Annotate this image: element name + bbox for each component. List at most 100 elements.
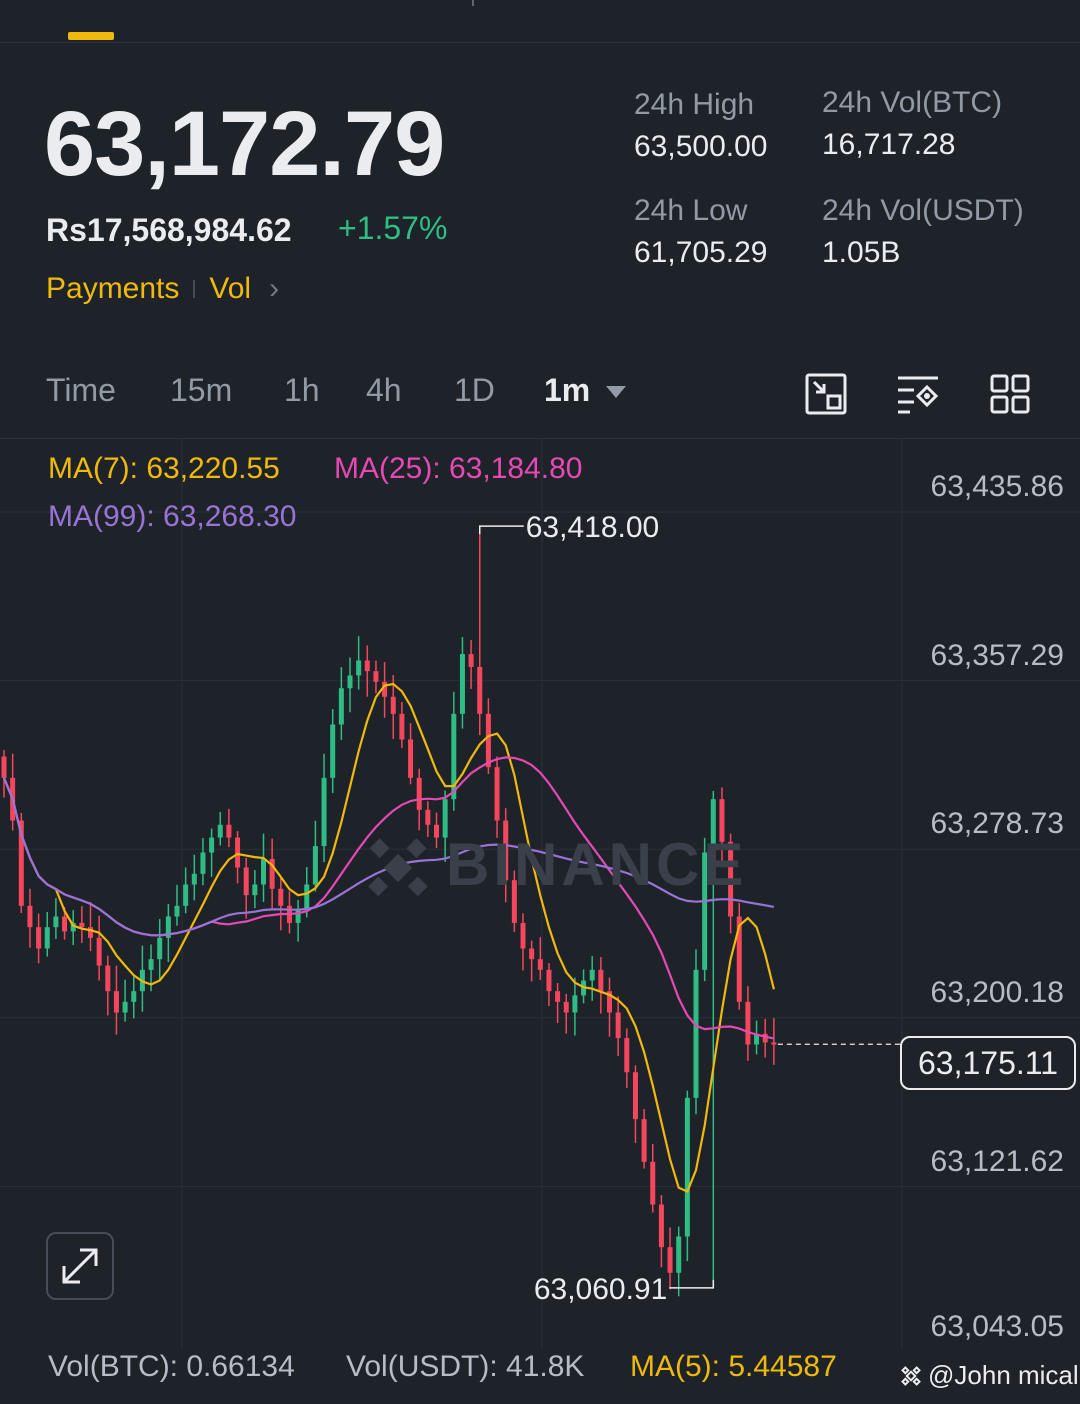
- binance-small-icon: [901, 1365, 921, 1386]
- candle-body: [745, 1001, 751, 1045]
- expand-arrows-icon: [62, 1248, 98, 1284]
- candle-body: [667, 1247, 673, 1273]
- candle-body: [243, 867, 249, 896]
- candle-body: [390, 696, 396, 714]
- tab-divider: [472, 0, 474, 6]
- candle-body: [598, 969, 604, 992]
- candle-body: [468, 654, 474, 667]
- candle-body: [44, 927, 50, 949]
- y-tick-label: 63,357.29: [930, 639, 1064, 672]
- candle-body: [520, 922, 526, 949]
- candle-body: [235, 837, 241, 868]
- low-marker-label: 63,060.91: [534, 1273, 667, 1306]
- candle-body: [226, 824, 232, 838]
- high-value: 63,500.00: [634, 130, 768, 163]
- candle-body: [304, 884, 310, 911]
- candle-body: [183, 884, 189, 906]
- volume-btc: Vol(BTC): 0.66134: [48, 1350, 295, 1383]
- caret-down-icon[interactable]: [606, 386, 626, 398]
- interval-4h[interactable]: 4h: [366, 372, 402, 409]
- candle-body: [113, 991, 119, 1013]
- user-watermark: @John mical: [898, 1360, 1079, 1391]
- interval-15m[interactable]: 15m: [170, 372, 232, 409]
- candle-body: [1, 756, 7, 778]
- ma99-legend: MA(99): 63,268.30: [48, 500, 297, 533]
- vol-link[interactable]: Vol: [209, 272, 251, 306]
- candle-body: [217, 824, 223, 838]
- candle-body: [563, 1001, 569, 1013]
- high-marker-label: 63,418.00: [526, 511, 659, 544]
- candle-body: [96, 937, 102, 966]
- candle-body: [676, 1236, 682, 1273]
- link-divider: [193, 280, 196, 298]
- candle-body: [684, 1097, 690, 1237]
- candle-body: [148, 959, 154, 970]
- binance-watermark-text: BINANCE: [446, 831, 748, 898]
- interval-selector: Time 15m 1h 4h 1D 1m: [46, 372, 646, 418]
- chart-fullscreen-icon[interactable]: [804, 372, 848, 416]
- candle-body: [321, 777, 327, 847]
- chart-settings-icon[interactable]: [896, 372, 940, 416]
- candle-body: [252, 884, 258, 896]
- candle-body: [641, 1119, 647, 1162]
- high-marker-line: [479, 525, 524, 535]
- payments-link[interactable]: Payments: [46, 272, 179, 306]
- candle-body: [624, 1038, 630, 1073]
- quick-links: Payments Vol ›: [46, 272, 279, 306]
- interval-1d[interactable]: 1D: [454, 372, 495, 409]
- vol-usdt-value: 1.05B: [822, 236, 901, 269]
- candle-body: [174, 905, 180, 917]
- volume-ma5: MA(5): 5.44587: [630, 1350, 837, 1383]
- candle-body: [650, 1161, 656, 1205]
- candle-body: [347, 675, 353, 689]
- candle-body: [459, 654, 465, 714]
- y-tick-label: 63,043.05: [930, 1310, 1064, 1343]
- last-price: 63,172.79: [44, 93, 445, 195]
- candle-body: [399, 713, 405, 740]
- grid-layout-icon[interactable]: [988, 372, 1032, 416]
- interval-1h[interactable]: 1h: [284, 372, 320, 409]
- binance-logo-watermark: [368, 838, 428, 897]
- candle-body: [209, 837, 215, 853]
- candle-body: [572, 995, 578, 1013]
- ma7-line: [2, 682, 775, 1193]
- candle-body: [408, 739, 414, 778]
- watermark-username: @John mical: [928, 1360, 1079, 1390]
- candle-body: [131, 991, 137, 1002]
- current-price-label: 63,175.11: [900, 1036, 1076, 1090]
- candle-body: [693, 969, 699, 1098]
- interval-1m[interactable]: 1m: [544, 372, 590, 409]
- ma7-legend: MA(7): 63,220.55: [48, 452, 280, 485]
- candle-body: [200, 852, 206, 874]
- y-tick-label: 63,121.62: [930, 1145, 1064, 1178]
- candle-body: [529, 948, 535, 960]
- candle-body: [191, 873, 197, 885]
- y-tick-label: 63,278.73: [930, 807, 1064, 840]
- fiat-price: Rs17,568,984.62: [46, 212, 292, 248]
- candle-body: [88, 927, 93, 938]
- candle-body: [589, 969, 595, 981]
- candle-body: [79, 922, 85, 928]
- candle-body: [373, 671, 379, 682]
- vol-btc-value: 16,717.28: [822, 128, 956, 161]
- candle-body: [416, 777, 422, 810]
- candle-body: [338, 688, 344, 725]
- expand-chart-button[interactable]: [46, 1232, 114, 1300]
- interval-time[interactable]: Time: [46, 372, 116, 409]
- candle-body: [36, 927, 42, 949]
- volume-usdt: Vol(USDT): 41.8K: [346, 1350, 585, 1383]
- candle-body: [105, 965, 111, 992]
- top-tab-bar: [0, 0, 1080, 43]
- y-tick-label: 63,200.18: [930, 976, 1064, 1009]
- y-tick-label: 63,435.86: [930, 470, 1064, 503]
- candle-body: [27, 905, 33, 928]
- vol-usdt-label: 24h Vol(USDT): [822, 194, 1024, 227]
- candle-body: [122, 1001, 128, 1013]
- high-label: 24h High: [634, 88, 755, 121]
- ma25-legend: MA(25): 63,184.80: [334, 452, 583, 485]
- candle-body: [278, 888, 284, 906]
- candle-body: [771, 1042, 777, 1045]
- chevron-right-icon[interactable]: ›: [269, 272, 279, 306]
- candle-body: [494, 767, 500, 821]
- candle-body: [62, 916, 68, 932]
